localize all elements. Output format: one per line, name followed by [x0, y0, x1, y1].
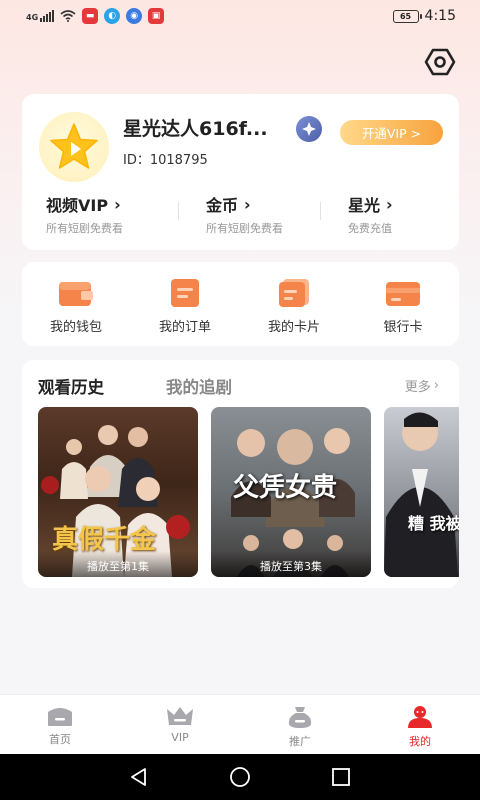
level-badge-icon[interactable] [296, 116, 322, 142]
poster-card[interactable]: 父凭女贵 播放至第3集 [211, 407, 371, 577]
chevron-right-icon: › [433, 378, 439, 393]
stat-coins[interactable]: 金币 › 所有短剧免费看 [206, 192, 283, 236]
chevron-right-icon: › [386, 194, 393, 214]
home-icon [48, 708, 72, 726]
poster-title: 糟 我被 [408, 514, 459, 533]
user-id: ID：1018795 [123, 153, 208, 168]
tool-orders[interactable]: 我的订单 [142, 278, 228, 335]
order-icon [171, 279, 199, 307]
stat-subtitle: 所有短剧免费看 [46, 222, 123, 235]
home-button[interactable] [229, 766, 251, 788]
back-button[interactable] [128, 766, 150, 788]
bottom-nav: 首页 VIP 推广 我的 [0, 694, 480, 754]
stat-subtitle: 免费充值 [348, 222, 392, 235]
chevron-right-icon: › [244, 194, 251, 214]
battery-icon: 65 [392, 9, 422, 23]
signal-icon [40, 10, 55, 22]
poster-image [384, 412, 458, 577]
nav-label: VIP [171, 731, 189, 744]
app-notify-icon: ◉ [126, 8, 143, 24]
app-notify-icon: ◐ [104, 8, 121, 24]
chevron-right-icon: › [114, 194, 121, 214]
profile-icon [408, 706, 432, 728]
card-icon [279, 279, 309, 307]
stat-title: 星光 [348, 196, 381, 215]
stat-title: 金币 [206, 196, 239, 215]
crown-icon [167, 707, 193, 725]
stat-video-vip[interactable]: 视频VIP › 所有短剧免费看 [46, 192, 123, 236]
open-vip-button[interactable]: 开通VIP > [340, 120, 443, 145]
tool-label: 我的钱包 [49, 320, 102, 335]
divider [320, 202, 321, 220]
recents-button[interactable] [330, 766, 352, 788]
stat-title: 视频VIP [46, 196, 109, 215]
tool-label: 银行卡 [383, 320, 423, 335]
status-right: 65 4:15 [392, 8, 456, 24]
recents-square-icon [332, 768, 350, 786]
nav-home[interactable]: 首页 [25, 705, 95, 747]
poster-progress: 播放至第1集 [38, 551, 198, 577]
stat-starlight[interactable]: 星光 › 免费充值 [348, 192, 393, 236]
stat-subtitle: 所有短剧免费看 [206, 222, 283, 235]
tool-bank-card[interactable]: 银行卡 [360, 278, 446, 335]
app-notify-icon: ▣ [148, 8, 165, 24]
tool-label: 我的卡片 [267, 320, 320, 335]
more-label: 更多 [404, 380, 431, 395]
profile-card: 星光达人616f... ID：1018795 开通VIP > 视频VIP › 所有… [22, 94, 459, 250]
status-left: 4G ▬ ◐ ◉ ▣ [26, 8, 165, 24]
battery-level: 65 [399, 11, 412, 21]
tools-card: 我的钱包 我的订单 我的卡片 银行卡 [22, 262, 459, 346]
settings-icon [424, 48, 456, 76]
nav-label: 推广 [289, 735, 311, 748]
more-link[interactable]: 更多 › [405, 376, 439, 395]
avatar[interactable] [39, 112, 109, 182]
poster-card[interactable]: 真假千金 播放至第1集 [38, 407, 198, 577]
poster-title: 父凭女贵 [233, 473, 338, 503]
system-nav-bar [0, 754, 480, 800]
tab-following[interactable]: 我的追剧 [166, 374, 232, 398]
tool-cards[interactable]: 我的卡片 [251, 278, 337, 335]
nav-vip[interactable]: VIP [145, 705, 215, 744]
nav-profile[interactable]: 我的 [385, 705, 455, 749]
bank-card-icon [386, 282, 420, 306]
username: 星光达人616f... [123, 118, 268, 140]
wifi-icon [60, 10, 76, 22]
tab-watch-history[interactable]: 观看历史 [38, 374, 104, 398]
star-avatar-icon [50, 123, 98, 169]
tool-label: 我的订单 [158, 320, 211, 335]
app-notify-icon: ▬ [82, 8, 99, 24]
network-type: 4G [26, 13, 39, 22]
nav-label: 我的 [409, 735, 431, 748]
poster-progress: 播放至第3集 [211, 551, 371, 577]
status-bar: 4G ▬ ◐ ◉ ▣ 65 4:15 [0, 0, 480, 34]
clock: 4:15 [424, 8, 456, 24]
divider [178, 202, 179, 220]
back-triangle-icon [131, 768, 146, 786]
home-circle-icon [230, 767, 250, 787]
history-card: 观看历史 我的追剧 更多 › 真假千金 播放至第1集 父凭女贵 播放至第3集 糟… [22, 360, 459, 588]
nav-label: 首页 [49, 733, 71, 746]
settings-button[interactable] [424, 46, 456, 78]
promote-icon [288, 707, 312, 728]
poster-card[interactable]: 糟 我被 [384, 407, 459, 577]
tool-wallet[interactable]: 我的钱包 [33, 278, 119, 335]
nav-promote[interactable]: 推广 [265, 705, 335, 749]
wallet-icon [59, 282, 93, 306]
